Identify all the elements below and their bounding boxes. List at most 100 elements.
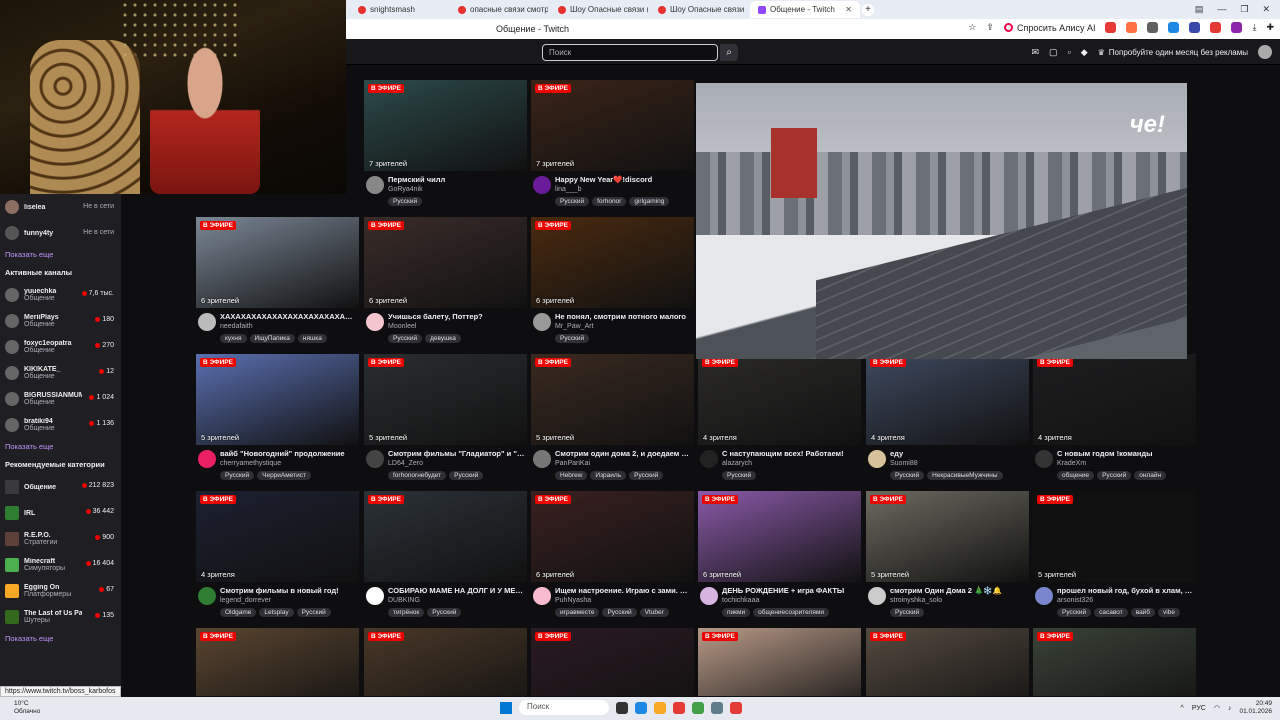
avatar[interactable] [700,450,718,468]
browser-tab[interactable]: Шоу Опасные связи (18+ [550,1,648,18]
stream-tag[interactable]: Letsplay [259,608,294,617]
avatar[interactable] [700,587,718,605]
stream-title[interactable]: Смотрим один дома 2, и доедаем сал... [555,449,692,458]
stream-card[interactable]: В ЭФИРЕ [531,628,694,696]
video-player[interactable]: че! [696,83,1187,359]
sidebar-category[interactable]: R.E.P.O. Стратегии 900 [5,526,116,552]
stream-tag[interactable]: онлайн [1134,471,1167,480]
stream-card[interactable]: В ЭФИРЕ 4 зрителя С новым годом !команды… [1033,354,1196,491]
stream-card[interactable]: В ЭФИРЕ 5 зрителей Смотрим фильмы "Глади… [364,354,527,491]
stream-card[interactable]: В ЭФИРЕ 6 зрителей ХАХАХАХАХАХАХАХАХАХАХ… [196,217,359,354]
stream-thumbnail[interactable]: В ЭФИРЕ 6 зрителей [364,217,527,308]
search-input[interactable]: Поиск [542,44,718,61]
stream-card[interactable]: В ЭФИРЕ 5 зрителей прошел новый год, бух… [1033,491,1196,628]
sidebar-active-channel[interactable]: MeriiPlays Общение 180 [5,308,116,334]
stream-card[interactable]: В ЭФИРЕ [364,628,527,696]
stream-card[interactable]: В ЭФИРЕ 7 зрителей Happy New Year❤️!disc… [531,80,694,217]
task-view-icon[interactable] [616,701,628,714]
sidebar-category[interactable]: IRL 36 442 [5,500,116,526]
stream-thumbnail[interactable]: В ЭФИРЕ 6 зрителей [196,217,359,308]
sidebar-category[interactable]: Egging On Платформеры 67 [5,578,116,604]
stream-title[interactable]: ХАХАХАХАХАХАХАХАХАХАХАХАХАХА... [220,312,357,321]
lang-indicator[interactable]: РУС [1192,705,1206,712]
stream-title[interactable]: прошел новый год, бухой в хлам, при... [1057,586,1194,595]
share-icon[interactable]: ⇪ [986,22,994,33]
sidebar-category[interactable]: Minecraft Симуляторы 16 404 [5,552,116,578]
show-more-link[interactable]: Показать еще [5,246,116,264]
inbox-icon[interactable]: ✉ [1031,47,1039,58]
sidebar-category[interactable]: The Last of Us Pa... Шутеры 135 [5,604,116,630]
channel-name[interactable]: Suomi88 [890,460,918,467]
stream-thumbnail[interactable]: В ЭФИРЕ [364,491,527,582]
stream-thumbnail[interactable]: В ЭФИРЕ [698,628,861,696]
stream-tag[interactable]: сасавот [1094,608,1128,617]
avatar[interactable] [366,176,384,194]
channel-name[interactable]: PuhNyasha [555,597,591,604]
stream-tag[interactable]: Русский [388,334,423,343]
sidebar-active-channel[interactable]: bratiki94 Общение 1 136 [5,412,116,438]
stream-tag[interactable]: Израиль [590,471,627,480]
downloads-icon[interactable]: ⤓ [1252,22,1256,33]
stream-card[interactable]: В ЭФИРЕ 6 зрителей Ищем настроение. Игра… [531,491,694,628]
channel-name[interactable]: legend_dorrever [220,597,271,604]
stream-tag[interactable]: Русский [555,197,590,206]
stream-thumbnail[interactable]: В ЭФИРЕ 7 зрителей [531,80,694,171]
ask-alice-button[interactable]: Спросить Алису AI [1003,23,1095,33]
stream-thumbnail[interactable]: В ЭФИРЕ 5 зрителей [1033,491,1196,582]
sidebar-active-channel[interactable]: BIGRUSSIANMUM Общение 1 024 [5,386,116,412]
browser-tab[interactable]: snightsmash [350,1,448,18]
extension-icon[interactable] [1189,22,1201,33]
stream-tag[interactable]: Vtuber [639,608,669,617]
stream-thumbnail[interactable]: В ЭФИРЕ 5 зрителей [531,354,694,445]
channel-name[interactable]: lina___b [555,186,581,193]
sidebar-followed-channel[interactable]: liselea Не в сети [5,194,116,220]
stream-card[interactable]: В ЭФИРЕ 5 зрителей вайб "Новогодний" про… [196,354,359,491]
stream-title[interactable]: вайб "Новогодний" продолжение [220,449,357,458]
channel-name[interactable]: DUBKING [388,597,420,604]
stream-thumbnail[interactable]: В ЭФИРЕ [364,628,527,696]
new-tab-button[interactable]: + [862,3,874,16]
stream-card[interactable]: В ЭФИРЕ [196,628,359,696]
stream-title[interactable]: Happy New Year❤️!discord [555,175,692,184]
stream-tag[interactable]: няшка [297,334,327,343]
avatar[interactable] [366,450,384,468]
youtube-icon[interactable] [1210,22,1222,33]
stream-tag[interactable]: Русский [890,608,925,617]
stream-tag[interactable]: ИщуПапика [249,334,295,343]
stream-card[interactable]: В ЭФИРЕ 5 зрителей смотрим Один Дома 2 🎄… [866,491,1029,628]
stream-title[interactable]: Смотрим фильмы в новый год! [220,586,357,595]
channel-name[interactable]: needafaith [220,323,253,330]
sidebar-followed-channel[interactable]: funny4ty Не в сети [5,220,116,246]
stream-title[interactable]: смотрим Один Дома 2 🎄❄️🔔 [890,586,1027,595]
channel-name[interactable]: LD64_Zero [388,460,423,467]
stream-tag[interactable]: Русский [555,334,590,343]
stream-thumbnail[interactable]: В ЭФИРЕ [531,628,694,696]
stream-card[interactable]: В ЭФИРЕ 7 зрителей Пермский чилл GoRya4n… [364,80,527,217]
avatar[interactable] [533,450,551,468]
stream-title[interactable]: Учишься балету, Поттер? [388,312,525,321]
sidebar-active-channel[interactable]: KIKIKATE_ Общение 12 [5,360,116,386]
channel-name[interactable]: tochichkaaa [722,597,759,604]
stream-tag[interactable]: Русский [602,608,637,617]
channel-name[interactable]: Moonleel [388,323,416,330]
stream-thumbnail[interactable]: В ЭФИРЕ [1033,628,1196,696]
stream-tag[interactable]: тигрёнок [388,608,425,617]
avatar[interactable] [1035,450,1053,468]
stream-tag[interactable]: Русский [449,471,484,480]
stream-tag[interactable]: Hebrew [555,471,588,480]
avatar[interactable] [533,587,551,605]
stream-tag[interactable]: ЧерриАметист [257,471,311,480]
stream-tag[interactable]: Oldgame [220,608,257,617]
avatar[interactable] [533,176,551,194]
close-window-icon[interactable]: ✕ [1262,4,1270,15]
sidebar-active-channel[interactable]: yuuechka Общение 7,6 тыс. [5,282,116,308]
explorer-icon[interactable] [654,701,666,714]
stream-card[interactable]: В ЭФИРЕ 6 зрителей Учишься балету, Потте… [364,217,527,354]
tabs-menu-icon[interactable]: ▤ [1195,4,1204,15]
stream-title[interactable]: СОБИРАЮ МАМЕ НА ДОЛГ И У МЕНЯ ... [388,586,525,595]
stream-tag[interactable]: Русский [220,471,255,480]
stream-card[interactable]: В ЭФИРЕ [698,628,861,696]
volume-icon[interactable]: ♪ [1228,705,1232,712]
channel-name[interactable]: stroinyshka_solo [890,597,942,604]
extensions-puzzle-icon[interactable]: ✚ [1266,22,1274,33]
